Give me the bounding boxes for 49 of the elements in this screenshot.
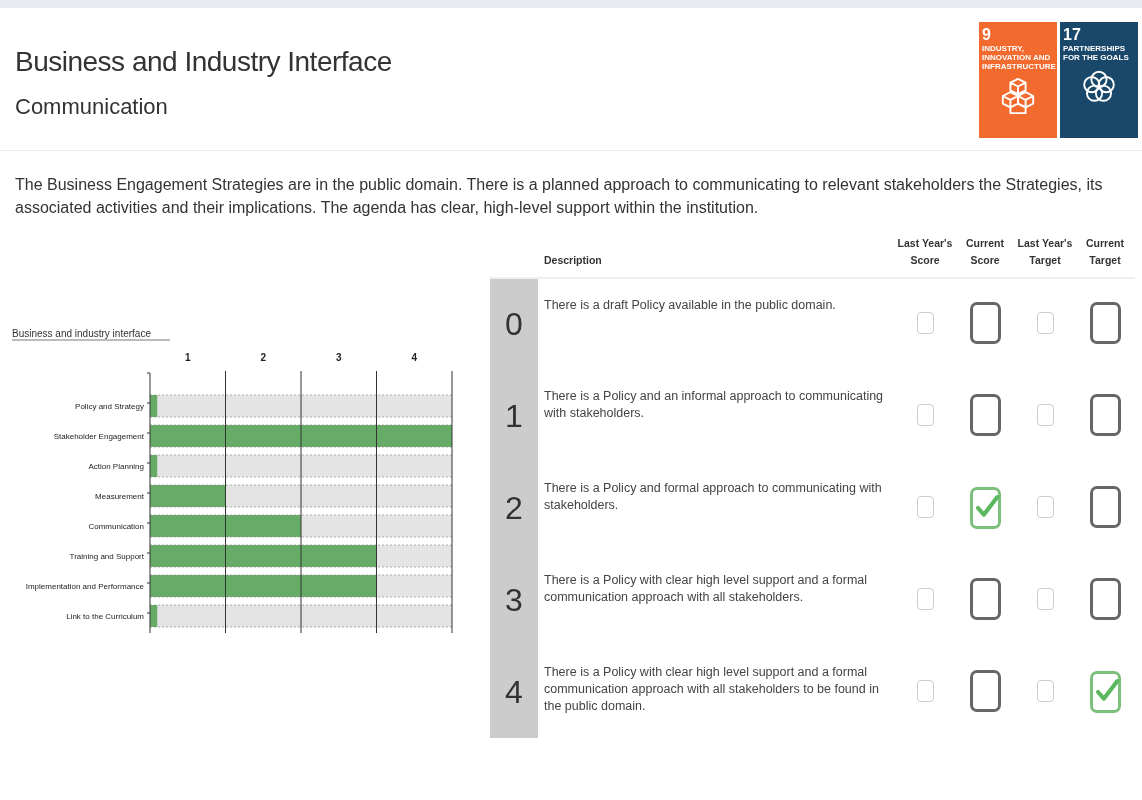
chart-title: Business and industry interface	[12, 328, 151, 339]
column-header: Current Target	[1086, 237, 1124, 266]
page-title: Business and Industry Interface	[15, 46, 392, 78]
category-label: Implementation and Performance	[25, 582, 144, 591]
checkbox[interactable]	[969, 669, 1001, 712]
data-bar	[150, 455, 158, 477]
checkbox[interactable]	[1089, 393, 1121, 436]
goal-caption: INDUSTRY, INNOVATION AND INFRASTRUCTURE	[982, 44, 1056, 71]
category-label: Measurement	[95, 492, 144, 501]
checkbox[interactable]	[1089, 485, 1121, 528]
category-label: Training and Support	[69, 552, 144, 561]
checkbox[interactable]	[969, 302, 1001, 344]
goal-number: 17	[1063, 26, 1081, 43]
goal-number: 9	[982, 26, 991, 43]
goal-caption: PARTNERSHIPS FOR THE GOALS	[1063, 44, 1130, 62]
column-header: Last Year's Score	[897, 237, 953, 266]
checkbox[interactable]	[969, 577, 1001, 620]
category-label: Link to the Curriculum	[66, 612, 144, 621]
level-description: There is a Policy and formal approach to communicating with stakeholders.	[544, 481, 882, 512]
level-cell: 0	[490, 278, 538, 370]
column-header: Last Year's Target	[1017, 237, 1073, 266]
category-label: Communication	[88, 522, 144, 531]
axis-tick-label: 3	[335, 352, 342, 363]
level-description: There is a draft Policy available in the public domain.	[544, 298, 836, 312]
cubes-icon	[999, 77, 1037, 115]
page-subtitle: Communication	[15, 94, 169, 120]
axis-tick-label: 4	[411, 352, 418, 363]
level-cell: 2	[490, 462, 538, 554]
column-header: Description	[544, 254, 602, 266]
axis-tick-label: 1	[184, 352, 191, 363]
level-description: There is a Policy with clear high level support and a formal communication approach with all stakeholders.	[544, 573, 868, 604]
category-label: Action Planning	[88, 462, 144, 471]
checkbox[interactable]	[1089, 302, 1121, 344]
axis-tick-label: 2	[260, 352, 267, 363]
checkbox[interactable]	[1089, 577, 1121, 620]
level-cell: 1	[490, 370, 538, 462]
level-description: There is a Policy and an informal approach to communicating with stakeholders.	[544, 389, 884, 420]
category-label: Stakeholder Engagement	[53, 432, 144, 441]
level-description: There is a Policy with clear high level support and a formal communication approach with all stakeholders to be found in the public domain.	[544, 665, 879, 713]
checkbox[interactable]	[969, 487, 1001, 529]
level-cell: 4	[490, 646, 538, 738]
level-cell: 3	[490, 554, 538, 646]
data-bar	[150, 605, 158, 627]
data-bar	[150, 395, 158, 417]
column-header: Current Score	[966, 237, 1004, 266]
checkbox[interactable]	[969, 393, 1001, 436]
summary-text: The Business Engagement Strategies are in the public domain. There is a planned approach to communicating to relevant stakeholders the Strategies, its associated activities and their implications. The agenda has clear, high-level support within the institution.	[15, 175, 1104, 218]
category-label: Policy and Strategy	[75, 402, 144, 411]
checkbox[interactable]	[1089, 671, 1121, 713]
